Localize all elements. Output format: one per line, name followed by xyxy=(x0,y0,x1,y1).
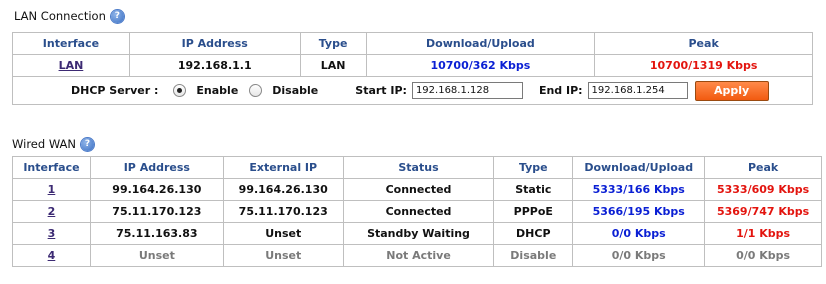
wan-header-interface: Interface xyxy=(12,156,91,179)
dhcp-enable-radio[interactable] xyxy=(173,84,187,97)
lan-peak: 10700/1319 Kbps xyxy=(594,54,813,77)
start-ip-input[interactable] xyxy=(411,82,523,99)
apply-button[interactable]: Apply xyxy=(694,80,769,101)
wan-interface-link[interactable]: 2 xyxy=(48,205,56,218)
wan-external-ip: Unset xyxy=(222,244,344,267)
lan-row: LAN 192.168.1.1 LAN 10700/362 Kbps 10700… xyxy=(12,54,813,77)
wan-header-type: Type xyxy=(493,156,574,179)
dhcp-disable-radio[interactable] xyxy=(249,84,263,97)
wan-ip: Unset xyxy=(89,244,224,267)
wan-interface-link[interactable]: 3 xyxy=(48,227,56,240)
wan-header-ip: IP Address xyxy=(89,156,224,179)
wan-peak: 5333/609 Kbps xyxy=(704,178,822,201)
lan-dlul: 10700/362 Kbps xyxy=(365,54,596,77)
lan-ip: 192.168.1.1 xyxy=(128,54,301,77)
lan-header-dlul: Download/Upload xyxy=(365,32,596,55)
wan-type: DHCP xyxy=(493,222,574,245)
wan-table: Interface IP Address External IP Status … xyxy=(12,156,822,267)
lan-header-ip: IP Address xyxy=(128,32,301,55)
wan-dlul: 5366/195 Kbps xyxy=(572,200,706,223)
wan-status: Standby Waiting xyxy=(342,222,495,245)
wan-external-ip: 99.164.26.130 xyxy=(222,178,344,201)
lan-type: LAN xyxy=(299,54,367,77)
wan-external-ip: 75.11.170.123 xyxy=(222,200,344,223)
wan-dlul: 0/0 Kbps xyxy=(572,244,706,267)
wan-header-status: Status xyxy=(342,156,495,179)
lan-header-type: Type xyxy=(299,32,367,55)
lan-table: Interface IP Address Type Download/Uploa… xyxy=(12,32,813,105)
wan-row: 4 Unset Unset Not Active Disable 0/0 Kbp… xyxy=(12,244,822,267)
wan-peak: 0/0 Kbps xyxy=(704,244,822,267)
wan-dlul: 5333/166 Kbps xyxy=(572,178,706,201)
lan-interface-link[interactable]: LAN xyxy=(59,59,84,72)
wan-peak: 1/1 Kbps xyxy=(704,222,822,245)
lan-title-text: LAN Connection xyxy=(14,9,106,23)
lan-header-peak: Peak xyxy=(594,32,813,55)
dhcp-row: DHCP Server : Enable Disable Start IP: E… xyxy=(12,76,813,105)
wan-section-title: Wired WAN ? xyxy=(12,137,95,151)
dhcp-server-label: DHCP Server : xyxy=(71,84,159,97)
dhcp-disable-label[interactable]: Disable xyxy=(272,84,318,97)
help-icon[interactable]: ? xyxy=(110,9,124,23)
wan-title-text: Wired WAN xyxy=(12,137,77,151)
end-ip-input[interactable] xyxy=(587,82,688,99)
wan-interface-link[interactable]: 4 xyxy=(48,249,56,262)
wan-type: Disable xyxy=(493,244,574,267)
end-ip-label: End IP: xyxy=(538,84,583,97)
wan-peak: 5369/747 Kbps xyxy=(704,200,822,223)
wan-status: Connected xyxy=(342,200,495,223)
wan-status: Connected xyxy=(342,178,495,201)
wan-type: Static xyxy=(493,178,574,201)
help-icon[interactable]: ? xyxy=(81,137,95,151)
wan-dlul: 0/0 Kbps xyxy=(572,222,706,245)
wan-ip: 99.164.26.130 xyxy=(89,178,224,201)
wan-row: 2 75.11.170.123 75.11.170.123 Connected … xyxy=(12,200,822,223)
wan-row: 1 99.164.26.130 99.164.26.130 Connected … xyxy=(12,178,822,201)
wan-header-dlul: Download/Upload xyxy=(572,156,706,179)
wan-header-external-ip: External IP xyxy=(222,156,344,179)
wan-row: 3 75.11.163.83 Unset Standby Waiting DHC… xyxy=(12,222,822,245)
wan-external-ip: Unset xyxy=(222,222,344,245)
dhcp-enable-label[interactable]: Enable xyxy=(196,84,238,97)
wan-type: PPPoE xyxy=(493,200,574,223)
wan-status: Not Active xyxy=(342,244,495,267)
wan-ip: 75.11.163.83 xyxy=(89,222,224,245)
lan-header-interface: Interface xyxy=(12,32,130,55)
lan-section-title: LAN Connection ? xyxy=(14,9,124,23)
start-ip-label: Start IP: xyxy=(355,84,407,97)
wan-ip: 75.11.170.123 xyxy=(89,200,224,223)
wan-header-peak: Peak xyxy=(704,156,822,179)
wan-interface-link[interactable]: 1 xyxy=(48,183,56,196)
